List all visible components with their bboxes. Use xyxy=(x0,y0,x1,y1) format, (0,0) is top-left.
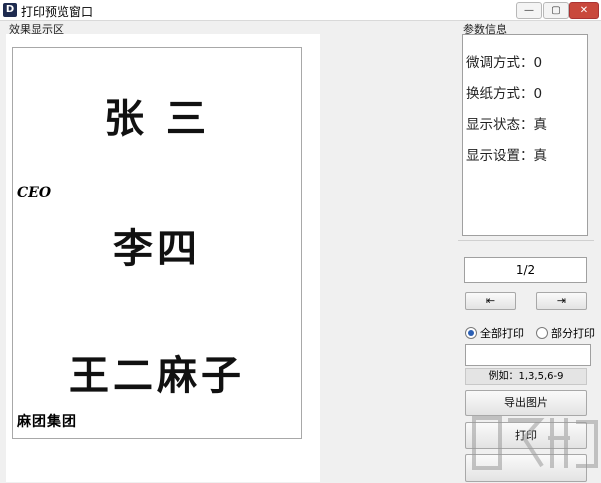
card-name: 王二麻子 xyxy=(69,352,245,399)
watermark-logo-icon xyxy=(472,416,598,470)
info-row: 显示状态：真 xyxy=(466,113,547,133)
card-title-tag: CEO xyxy=(17,185,52,201)
range-example-hint: 例如：1,3,5,6-9 xyxy=(465,368,587,385)
prev-page-button[interactable]: ⇤ xyxy=(465,292,516,310)
info-value: 0 xyxy=(533,86,543,102)
card-name: 张 三 xyxy=(104,95,210,142)
business-card: 王二麻子 麻团集团 xyxy=(12,308,302,439)
print-part-label: 部分打印 xyxy=(551,327,595,340)
info-key: 显示状态： xyxy=(466,117,534,133)
card-company: 麻团集团 xyxy=(17,414,77,430)
info-key: 显示设置： xyxy=(466,148,534,164)
business-card: 张 三 xyxy=(12,47,302,180)
info-panel: 微调方式：0 换纸方式：0 显示状态：真 显示设置：真 xyxy=(462,34,588,236)
window-title: 打印预览窗口 xyxy=(21,5,94,19)
radio-selected-icon xyxy=(465,327,477,339)
card-name: 李四 xyxy=(113,225,201,272)
close-button[interactable]: ✕ xyxy=(569,2,599,19)
info-row: 显示设置：真 xyxy=(466,144,547,164)
title-bar: D 打印预览窗口 — ▢ ✕ xyxy=(0,0,601,21)
info-value: 真 xyxy=(533,148,548,164)
print-all-radio[interactable]: 全部打印 xyxy=(465,325,524,341)
info-row: 换纸方式：0 xyxy=(466,82,542,102)
next-page-button[interactable]: ⇥ xyxy=(536,292,587,310)
page-range-input[interactable] xyxy=(465,344,591,366)
print-all-label: 全部打印 xyxy=(480,327,524,340)
radio-unselected-icon xyxy=(536,327,548,339)
print-part-radio[interactable]: 部分打印 xyxy=(536,325,595,341)
preview-area: 张 三 CEO 李四 王二麻子 麻团集团 xyxy=(6,34,320,482)
restore-button[interactable]: ▢ xyxy=(543,2,569,19)
minimize-button[interactable]: — xyxy=(516,2,542,19)
info-value: 0 xyxy=(533,55,543,71)
info-key: 换纸方式： xyxy=(466,86,534,102)
page-indicator: 1/2 xyxy=(464,257,587,283)
info-row: 微调方式：0 xyxy=(466,51,542,71)
info-value: 真 xyxy=(533,117,548,133)
app-icon: D xyxy=(3,3,17,17)
info-key: 微调方式： xyxy=(466,55,534,71)
business-card: CEO 李四 xyxy=(12,178,302,309)
